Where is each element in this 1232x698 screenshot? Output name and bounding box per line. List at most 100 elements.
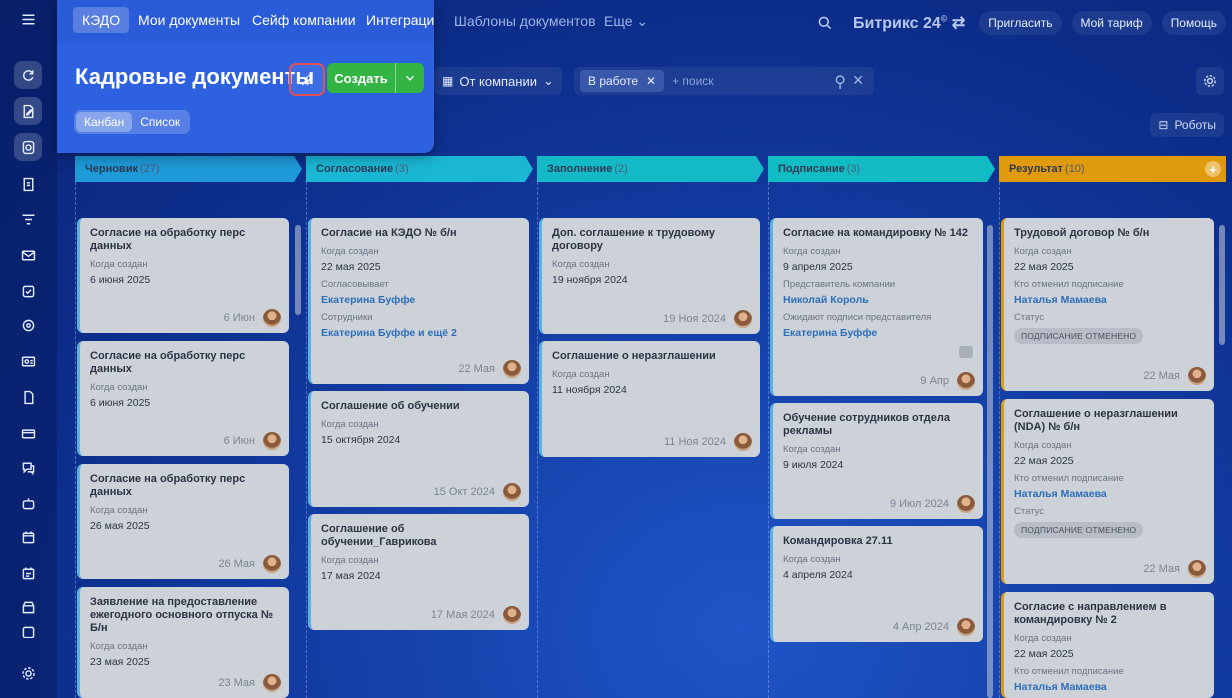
pin-icon: [301, 74, 314, 85]
avatar[interactable]: [1188, 560, 1206, 578]
refresh-icon[interactable]: [14, 61, 42, 89]
status-badge: ПОДПИСАНИЕ ОТМЕНЕНО: [1014, 522, 1144, 538]
tab-company-safe[interactable]: Сейф компании: [252, 12, 356, 28]
column-header-result[interactable]: Результат (10) +: [999, 156, 1226, 182]
kanban-card[interactable]: Трудовой договор № б/н Когда создан 22 м…: [1001, 218, 1214, 391]
gear-icon: [1204, 75, 1216, 87]
kanban-card[interactable]: Согласие с направлением в командировку №…: [1001, 592, 1214, 698]
column-header-signing[interactable]: Подписание (3): [768, 156, 995, 182]
canceller-link[interactable]: Наталья Мамаева: [1014, 294, 1204, 306]
target-icon[interactable]: [14, 311, 42, 339]
avatar[interactable]: [263, 555, 281, 573]
approver-link[interactable]: Екатерина Буффе: [321, 294, 519, 306]
avatar[interactable]: [263, 432, 281, 450]
add-signer-icon[interactable]: [959, 346, 973, 358]
document-edit-icon[interactable]: [14, 97, 42, 125]
kanban-card[interactable]: Соглашение об обучении Когда создан 15 о…: [308, 391, 529, 507]
invite-button[interactable]: Пригласить: [979, 11, 1062, 35]
tab-kedo[interactable]: КЭДО: [73, 7, 130, 33]
search-filter[interactable]: В работе ✕ + поиск ⚲ ✕: [574, 67, 874, 95]
search-input[interactable]: + поиск: [672, 74, 713, 88]
tariff-button[interactable]: Мой тариф: [1071, 11, 1152, 35]
file-icon[interactable]: [14, 383, 42, 411]
search-icon[interactable]: [817, 15, 833, 31]
kanban-card[interactable]: Согласие на командировку № 142 Когда соз…: [770, 218, 983, 396]
representative-link[interactable]: Николай Король: [783, 294, 973, 306]
left-sidebar: [0, 0, 57, 698]
robots-button[interactable]: ⊟ Роботы: [1150, 113, 1224, 137]
menu-icon[interactable]: [14, 5, 42, 33]
calendar-icon[interactable]: [14, 523, 42, 551]
mail-icon[interactable]: [14, 241, 42, 269]
canceller-link[interactable]: Наталья Мамаева: [1014, 681, 1204, 693]
filter-icon[interactable]: [14, 205, 42, 233]
avatar[interactable]: [734, 310, 752, 328]
avatar[interactable]: [503, 606, 521, 624]
scrollbar[interactable]: [1219, 225, 1225, 345]
pin-button[interactable]: [289, 63, 325, 96]
company-filter-dropdown[interactable]: ▦ От компании ⌄: [434, 67, 562, 95]
avatar[interactable]: [734, 433, 752, 451]
chevron-down-icon[interactable]: [395, 63, 424, 93]
avatar[interactable]: [263, 309, 281, 327]
contact-card-icon[interactable]: [14, 347, 42, 375]
kanban-card[interactable]: Соглашение о неразглашении (NDA) № б/н К…: [1001, 399, 1214, 584]
kanban-card[interactable]: Согласие на обработку перс данных Когда …: [77, 218, 289, 333]
nav-more[interactable]: Еще ⌄: [604, 13, 648, 30]
search-icon[interactable]: ⚲: [834, 72, 846, 92]
create-button[interactable]: Создать: [327, 63, 424, 93]
card-icon[interactable]: [14, 419, 42, 447]
kanban-card[interactable]: Командировка 27.11 Когда создан 4 апреля…: [770, 526, 983, 642]
header-popup: КЭДО Мои документы Сейф компании Интегра…: [57, 0, 434, 153]
page-title: Кадровые документы: [75, 64, 315, 89]
avatar[interactable]: [263, 674, 281, 692]
column-area-approval: [306, 182, 307, 698]
close-icon[interactable]: ✕: [646, 74, 656, 88]
kanban-card[interactable]: Обучение сотрудников отдела рекламы Когд…: [770, 403, 983, 519]
add-column-icon[interactable]: +: [1205, 161, 1221, 177]
chevron-down-icon: ⌄: [543, 73, 554, 88]
column-header-filling[interactable]: Заполнение (2): [537, 156, 764, 182]
avatar[interactable]: [503, 360, 521, 378]
view-list[interactable]: Список: [132, 112, 188, 132]
safe-icon[interactable]: [14, 133, 42, 161]
more-icon[interactable]: [14, 626, 42, 638]
schedule-icon[interactable]: [14, 559, 42, 587]
avatar[interactable]: [957, 372, 975, 390]
store-icon[interactable]: [14, 593, 42, 621]
avatar[interactable]: [957, 618, 975, 636]
column-header-approval[interactable]: Согласование (3): [306, 156, 533, 182]
tab-my-documents[interactable]: Мои документы: [138, 12, 240, 28]
kanban-card[interactable]: Согласие на КЭДО № б/н Когда создан 22 м…: [308, 218, 529, 384]
column-area-draft: [75, 182, 76, 698]
kanban-card[interactable]: Заявление на предоставление ежегодного о…: [77, 587, 289, 698]
settings-button[interactable]: [1196, 67, 1224, 95]
canceller-link[interactable]: Наталья Мамаева: [1014, 488, 1204, 500]
tab-integrations[interactable]: Интеграции: [366, 12, 434, 28]
employees-link[interactable]: Екатерина Буффе и ещё 2: [321, 327, 519, 339]
view-kanban[interactable]: Канбан: [76, 112, 133, 132]
checkbox-icon[interactable]: [14, 277, 42, 305]
kanban-card[interactable]: Доп. соглашение к трудовому договору Ког…: [539, 218, 760, 334]
view-switcher: Канбан Список: [74, 110, 191, 134]
kanban-card[interactable]: Соглашение об обучении_Гаврикова Когда с…: [308, 514, 529, 630]
document-icon[interactable]: [14, 170, 42, 198]
nav-templates[interactable]: Шаблоны документов: [454, 13, 596, 29]
avatar[interactable]: [1188, 367, 1206, 385]
robot-icon[interactable]: [14, 489, 42, 517]
chat-icon[interactable]: [14, 453, 42, 481]
avatar[interactable]: [503, 483, 521, 501]
column-header-draft[interactable]: Черновик (27): [75, 156, 302, 182]
kanban-card[interactable]: Согласие на обработку перс данных Когда …: [77, 464, 289, 579]
help-button[interactable]: Помощь: [1161, 11, 1226, 35]
kanban-card[interactable]: Согласие на обработку перс данных Когда …: [77, 341, 289, 456]
scrollbar[interactable]: [295, 225, 301, 315]
kanban-card[interactable]: Соглашение о неразглашении Когда создан …: [539, 341, 760, 457]
scrollbar[interactable]: [987, 225, 993, 698]
avatar[interactable]: [957, 495, 975, 513]
column-area-result: [999, 182, 1000, 698]
filter-chip[interactable]: В работе ✕: [580, 70, 665, 92]
settings-icon[interactable]: [14, 659, 42, 687]
awaiting-signer-link[interactable]: Екатерина Буффе: [783, 327, 973, 339]
clear-icon[interactable]: ✕: [852, 72, 864, 89]
